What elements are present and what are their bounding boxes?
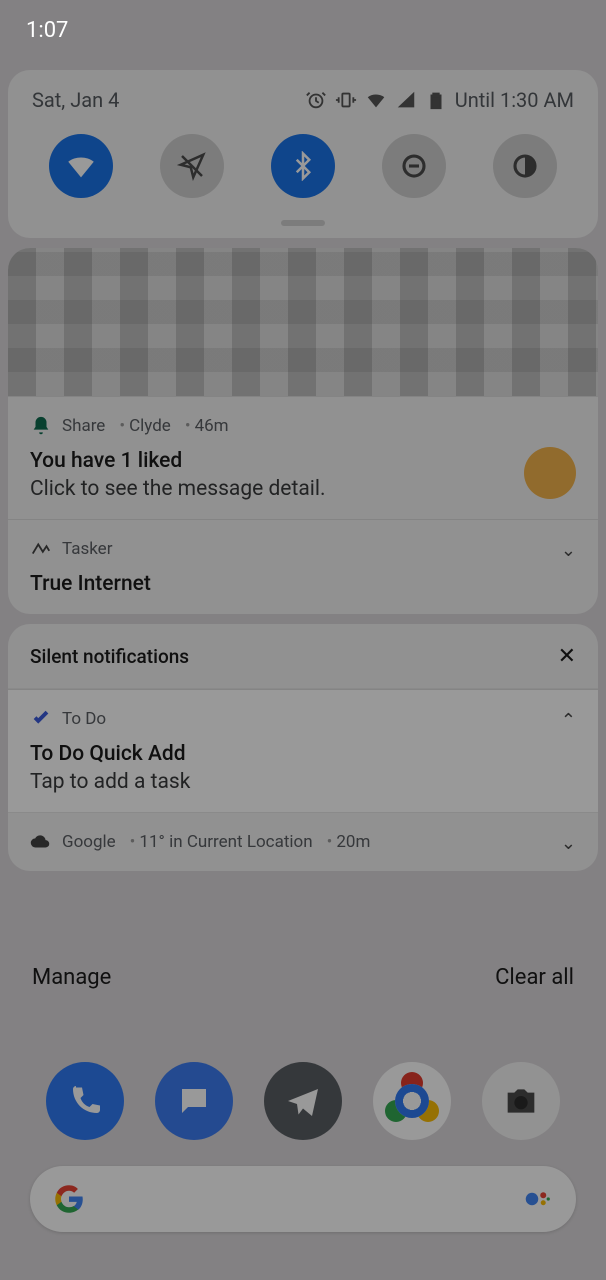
notif-app: To Do: [62, 709, 106, 729]
notification-tasker[interactable]: Tasker ⌄ True Internet: [8, 519, 598, 614]
notification-redacted[interactable]: [8, 248, 598, 396]
silent-header-label: Silent notifications: [30, 645, 189, 668]
qs-wifi-toggle[interactable]: [49, 134, 113, 198]
notif-app: Google: [62, 832, 116, 852]
notif-avatar: [524, 447, 576, 499]
quick-settings-panel: Sat, Jan 4 Until 1:30 AM: [8, 70, 598, 238]
notif-title: To Do Quick Add: [30, 742, 576, 766]
notif-app: Share: [62, 416, 105, 436]
battery-until-label: Until 1:30 AM: [455, 88, 574, 112]
cloud-icon: [30, 831, 52, 853]
notification-share[interactable]: Share Clyde 46m You have 1 liked Click t…: [8, 396, 598, 519]
dock: [0, 1062, 606, 1140]
qs-dnd-toggle[interactable]: [382, 134, 446, 198]
clear-all-button[interactable]: Clear all: [495, 965, 574, 990]
app-icon-messages[interactable]: [155, 1062, 233, 1140]
chevron-down-icon[interactable]: ⌄: [561, 833, 576, 854]
notification-shade[interactable]: Sat, Jan 4 Until 1:30 AM Share: [8, 70, 598, 881]
vibrate-icon: [335, 89, 357, 111]
notif-app: Tasker: [62, 539, 112, 559]
app-icon-chrome[interactable]: [373, 1062, 451, 1140]
app-icon-camera[interactable]: [482, 1062, 560, 1140]
wifi-status-icon: [365, 89, 387, 111]
google-g-icon: [54, 1184, 84, 1214]
manage-button[interactable]: Manage: [32, 965, 111, 990]
notifications-card: Share Clyde 46m You have 1 liked Click t…: [8, 248, 598, 614]
tasker-icon: [30, 538, 52, 560]
alarm-icon: [305, 89, 327, 111]
notif-age: 20m: [323, 832, 371, 852]
notif-title: You have 1 liked: [30, 449, 576, 473]
qs-data-toggle[interactable]: [160, 134, 224, 198]
chevron-down-icon[interactable]: ⌄: [561, 540, 576, 561]
app-icon-telegram[interactable]: [264, 1062, 342, 1140]
qs-status-icons: Until 1:30 AM: [305, 88, 574, 112]
close-icon[interactable]: ✕: [558, 644, 576, 669]
notif-body: Tap to add a task: [30, 770, 576, 794]
assistant-icon[interactable]: [522, 1184, 552, 1214]
bell-icon: [30, 415, 52, 437]
battery-icon: [425, 89, 447, 111]
qs-date: Sat, Jan 4: [32, 88, 119, 112]
todo-icon: [30, 708, 52, 730]
signal-icon: [395, 89, 417, 111]
notif-age: 46m: [181, 416, 229, 436]
shade-footer: Manage Clear all: [0, 965, 606, 990]
app-icon-phone[interactable]: [46, 1062, 124, 1140]
qs-expand-handle[interactable]: [281, 220, 325, 226]
notification-todo[interactable]: To Do ⌃ To Do Quick Add Tap to add a tas…: [8, 689, 598, 812]
google-search-bar[interactable]: [30, 1166, 576, 1232]
status-bar: 1:07: [0, 0, 606, 60]
notif-sub: Clyde: [115, 416, 171, 436]
notification-weather[interactable]: Google 11° in Current Location 20m ⌄: [8, 812, 598, 871]
qs-contrast-toggle[interactable]: [493, 134, 557, 198]
silent-notifications-card: Silent notifications ✕ To Do ⌃ To Do Qui…: [8, 624, 598, 871]
notif-body: Click to see the message detail.: [30, 477, 576, 501]
chevron-up-icon[interactable]: ⌃: [561, 710, 576, 731]
weather-text: 11° in Current Location: [126, 832, 313, 852]
notif-title: True Internet: [30, 572, 576, 596]
status-clock: 1:07: [26, 18, 68, 43]
qs-bluetooth-toggle[interactable]: [271, 134, 335, 198]
